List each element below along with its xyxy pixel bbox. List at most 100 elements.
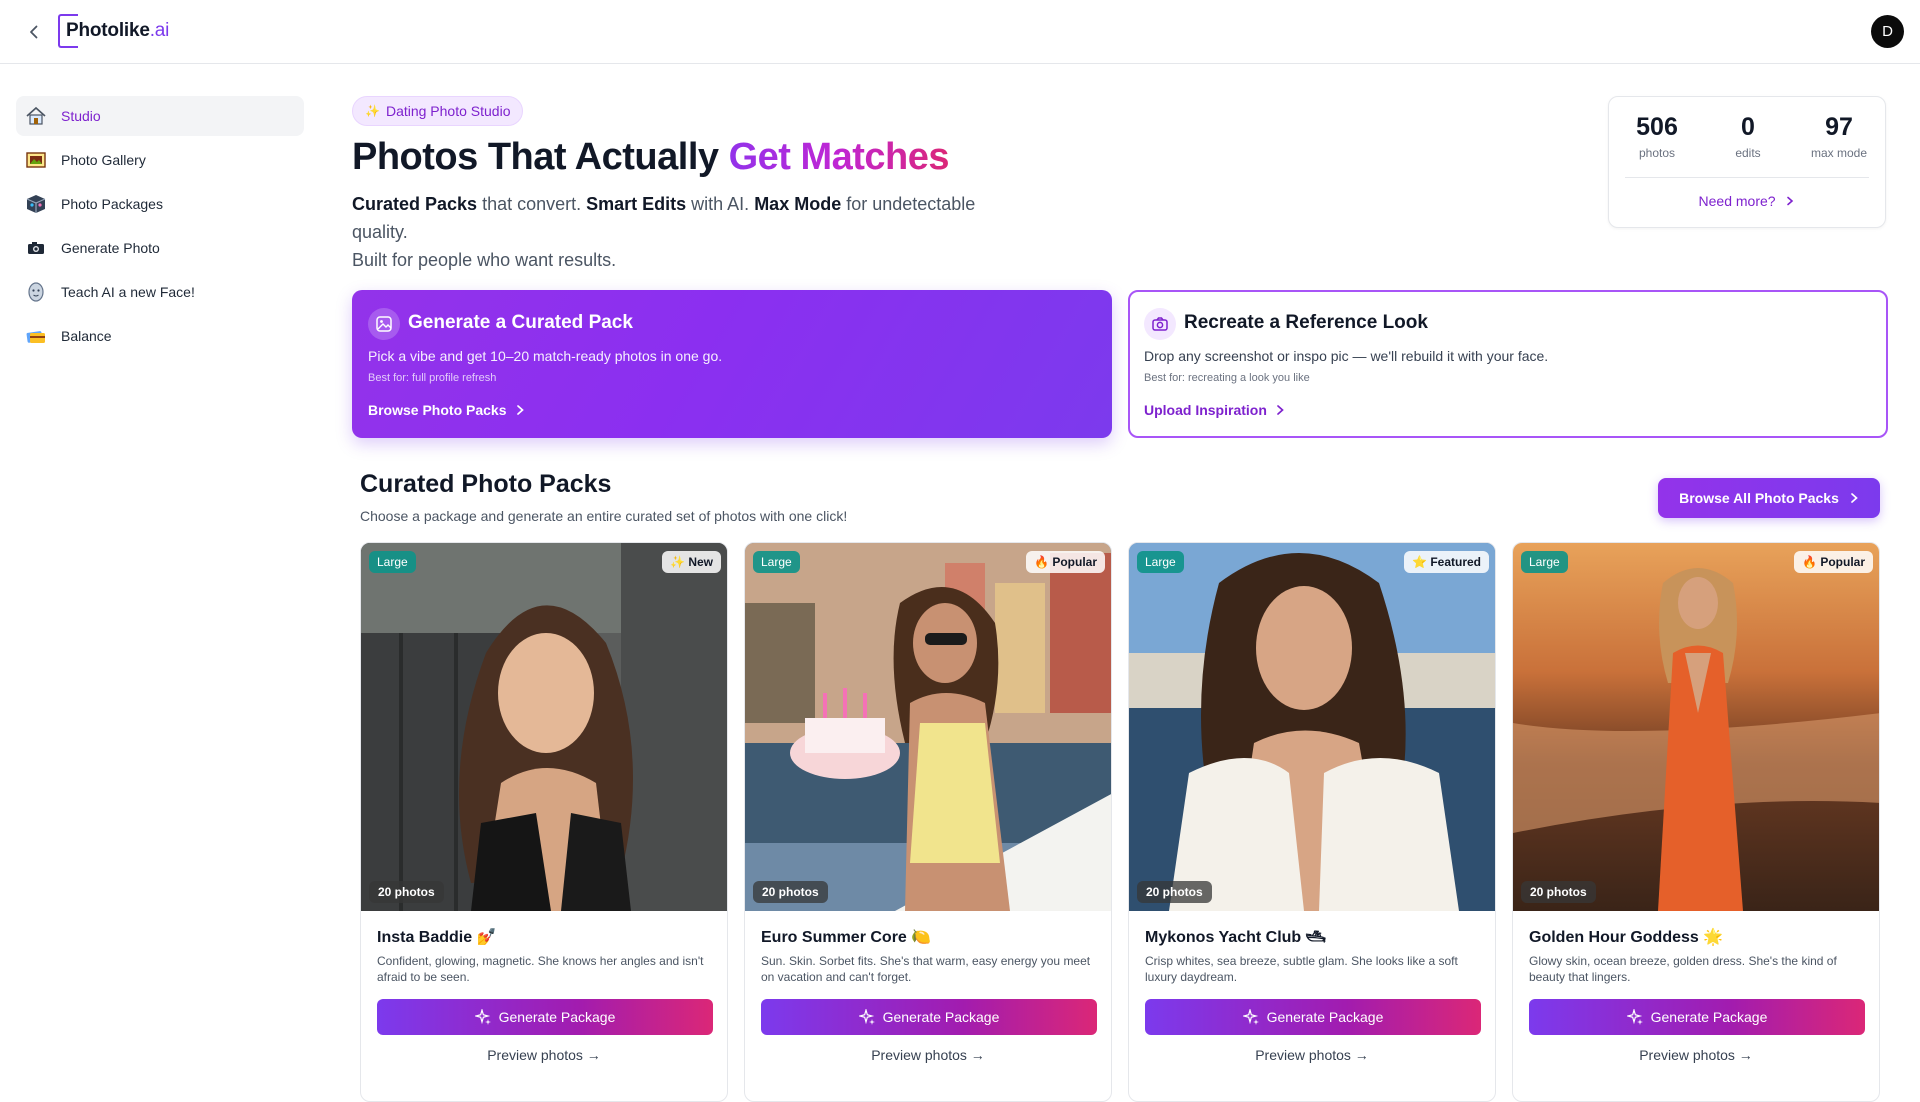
camera-icon	[24, 236, 48, 260]
pack-photo[interactable]: Large ⭐ Featured 20 photos	[1129, 543, 1495, 911]
back-button[interactable]	[22, 20, 46, 44]
sidebar-item-photo-packages[interactable]: Photo Packages	[16, 184, 304, 224]
studio-badge-label: Dating Photo Studio	[385, 103, 511, 119]
chevron-left-icon	[30, 25, 38, 39]
chevron-right-icon	[1787, 196, 1794, 206]
pack-name: Euro Summer Core 🍋	[761, 929, 932, 946]
wallet-icon	[24, 324, 48, 348]
chevron-right-icon	[1277, 405, 1284, 415]
section-subtitle: Choose a package and generate an entire …	[360, 508, 848, 524]
photo-count-badge: 20 photos	[1521, 881, 1596, 903]
sidebar-item-label: Balance	[61, 328, 112, 344]
preview-photos-link[interactable]: Preview photos →	[745, 1047, 1111, 1063]
sidebar-item-teach-ai[interactable]: Teach AI a new Face!	[16, 272, 304, 312]
photo-count-badge: 20 photos	[369, 881, 444, 903]
size-badge: Large	[1137, 551, 1184, 573]
pack-description: Confident, glowing, magnetic. She knows …	[377, 954, 704, 984]
package-icon	[24, 192, 48, 216]
reference-look-card[interactable]: Recreate a Reference Look Drop any scree…	[1128, 290, 1888, 438]
stat-value: 506	[1636, 113, 1678, 141]
status-badge: ⭐ Featured	[1404, 551, 1489, 573]
sidebar-item-photo-gallery[interactable]: Photo Gallery	[16, 140, 304, 180]
sparkles-icon	[1626, 1009, 1643, 1025]
card-description: Drop any screenshot or inspo pic — we'll…	[1144, 348, 1549, 364]
page-subtitle: Curated Packs that convert. Smart Edits …	[352, 194, 976, 270]
stat-value: 97	[1825, 113, 1853, 141]
logo[interactable]: Photolike.ai	[58, 14, 169, 48]
house-icon	[24, 104, 48, 128]
size-badge: Large	[369, 551, 416, 573]
pack-photo[interactable]: Large 🔥 Popular 20 photos	[745, 543, 1111, 911]
avatar[interactable]: D	[1871, 15, 1904, 48]
chevron-right-icon	[516, 405, 524, 415]
pack-name: Insta Baddie 💅	[377, 929, 497, 946]
face-icon	[24, 280, 48, 304]
sparkles-icon	[858, 1009, 875, 1025]
card-best-for: Best for: recreating a look you like	[1144, 372, 1310, 384]
photo-count-badge: 20 photos	[753, 881, 828, 903]
page-title: Photos That Actually Get Matches	[352, 136, 950, 178]
browse-photo-packs-link[interactable]: Browse Photo Packs	[368, 402, 525, 418]
stat-edits: 0 edits	[1704, 113, 1792, 160]
browse-all-packs-button[interactable]: Browse All Photo Packs	[1658, 478, 1880, 518]
pack-card-mykonos-yacht-club[interactable]: Large ⭐ Featured 20 photos Mykonos Yacht…	[1128, 542, 1496, 1102]
credits-card: 506 photos 0 edits 97 max mode Need more…	[1608, 96, 1886, 228]
generate-package-button[interactable]: Generate Package	[377, 999, 713, 1035]
stat-label: max mode	[1810, 146, 1868, 160]
pack-name: Golden Hour Goddess 🌟	[1529, 929, 1724, 946]
sparkles-icon	[1242, 1009, 1259, 1025]
preview-photos-link[interactable]: Preview photos →	[1513, 1047, 1879, 1063]
generate-package-button[interactable]: Generate Package	[1145, 999, 1481, 1035]
top-bar: Photolike.ai D	[0, 0, 1920, 64]
sidebar-item-label: Generate Photo	[61, 240, 160, 256]
generate-pack-card[interactable]: Generate a Curated Pack Pick a vibe and …	[352, 290, 1112, 438]
image-icon	[368, 308, 400, 340]
stat-label: photos	[1638, 146, 1676, 160]
pack-description: Sun. Skin. Sorbet fits. She's that warm,…	[761, 954, 1091, 984]
camera-icon	[1144, 308, 1176, 340]
pack-description: Glowy skin, ocean breeze, golden dress. …	[1529, 954, 1837, 984]
pack-card-golden-hour-goddess[interactable]: Large 🔥 Popular 20 photos Golden Hour Go…	[1512, 542, 1880, 1102]
need-more-link[interactable]: Need more?	[1609, 193, 1885, 209]
generate-package-button[interactable]: Generate Package	[761, 999, 1097, 1035]
stat-value: 0	[1741, 113, 1755, 141]
sidebar: Studio Photo Gallery Photo Packages Gene…	[16, 96, 304, 360]
logo-text: Photolike.ai	[66, 20, 170, 41]
pack-name: Mykonos Yacht Club 🛥	[1145, 929, 1326, 946]
sidebar-item-generate-photo[interactable]: Generate Photo	[16, 228, 304, 268]
stat-max-mode: 97 max mode	[1795, 113, 1883, 160]
status-badge: 🔥 Popular	[1026, 551, 1105, 573]
divider	[1625, 177, 1869, 178]
card-description: Pick a vibe and get 10–20 match-ready ph…	[368, 348, 723, 364]
card-title: Generate a Curated Pack	[408, 312, 633, 333]
sidebar-item-label: Teach AI a new Face!	[61, 284, 195, 300]
studio-badge: ✨ Dating Photo Studio	[352, 96, 524, 126]
preview-photos-link[interactable]: Preview photos →	[1129, 1047, 1495, 1063]
pack-card-insta-baddie[interactable]: Large ✨ New 20 photos Insta Baddie 💅 Con…	[360, 542, 728, 1102]
card-best-for: Best for: full profile refresh	[368, 372, 497, 384]
pack-description: Crisp whites, sea breeze, subtle glam. S…	[1145, 954, 1458, 984]
status-badge: ✨ New	[662, 551, 721, 573]
gallery-icon	[24, 148, 48, 172]
upload-inspiration-link[interactable]: Upload Inspiration	[1144, 402, 1285, 418]
section-title: Curated Photo Packs	[360, 470, 612, 498]
photo-count-badge: 20 photos	[1137, 881, 1212, 903]
sidebar-item-studio[interactable]: Studio	[16, 96, 304, 136]
sidebar-item-label: Studio	[61, 108, 101, 124]
sidebar-item-balance[interactable]: Balance	[16, 316, 304, 356]
chevron-right-icon	[1851, 493, 1858, 503]
size-badge: Large	[1521, 551, 1568, 573]
pack-card-euro-summer-core[interactable]: Large 🔥 Popular 20 photos Euro Summer Co…	[744, 542, 1112, 1102]
pack-photo[interactable]: Large 🔥 Popular 20 photos	[1513, 543, 1879, 911]
status-badge: 🔥 Popular	[1794, 551, 1873, 573]
sidebar-item-label: Photo Packages	[61, 196, 163, 212]
size-badge: Large	[753, 551, 800, 573]
card-title: Recreate a Reference Look	[1184, 312, 1428, 333]
stat-photos: 506 photos	[1613, 113, 1701, 160]
sparkles-icon	[474, 1009, 491, 1025]
sparkle-icon: ✨	[365, 104, 380, 118]
sidebar-item-label: Photo Gallery	[61, 152, 146, 168]
pack-photo[interactable]: Large ✨ New 20 photos	[361, 543, 727, 911]
generate-package-button[interactable]: Generate Package	[1529, 999, 1865, 1035]
preview-photos-link[interactable]: Preview photos →	[361, 1047, 727, 1063]
